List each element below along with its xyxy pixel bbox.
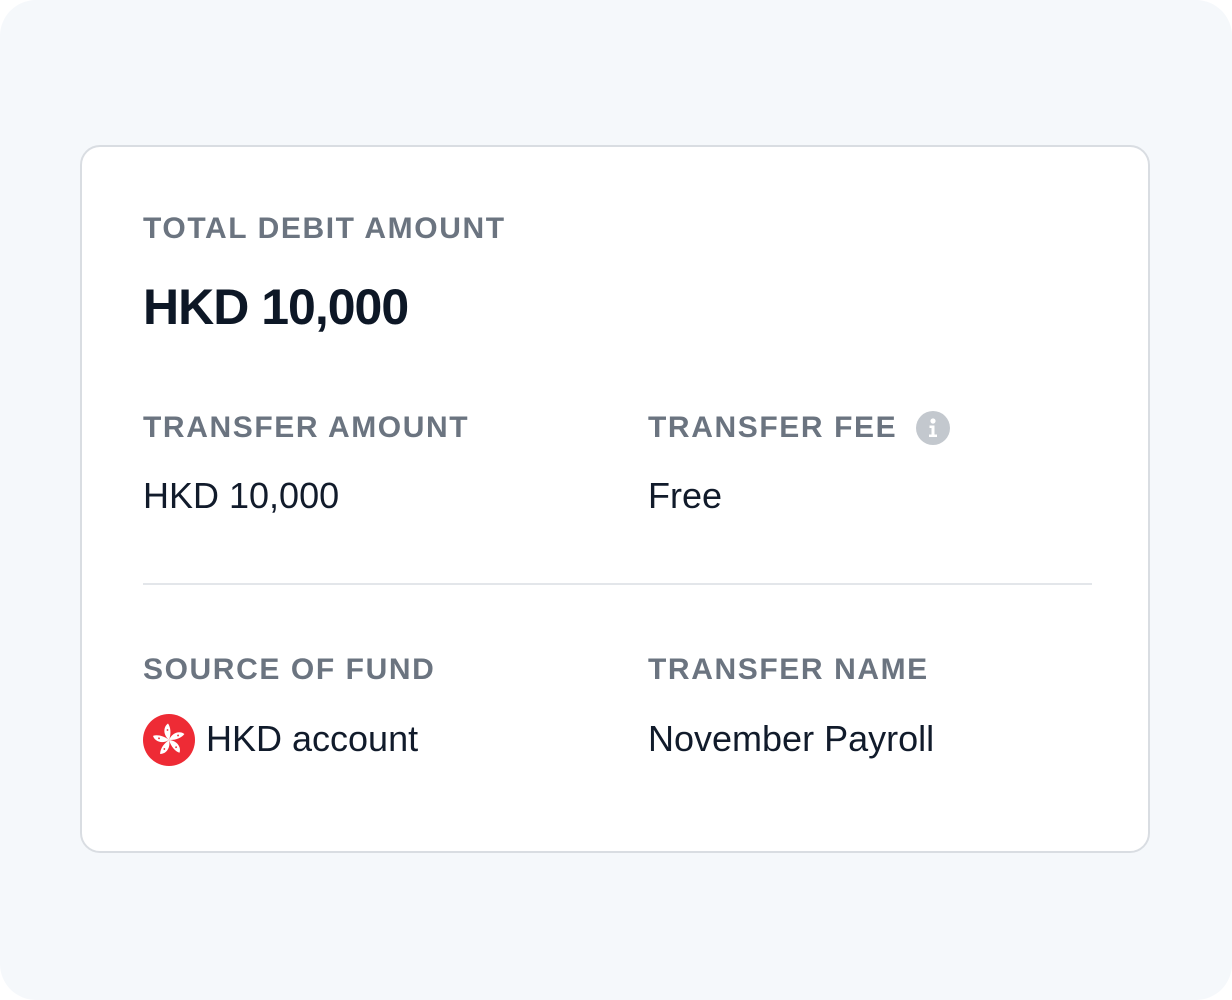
hong-kong-flag-icon <box>143 714 195 766</box>
transfer-amount-value: HKD 10,000 <box>143 475 340 516</box>
transfer-amount-label: TRANSFER AMOUNT <box>143 411 470 444</box>
transfer-fee-label: TRANSFER FEE <box>648 411 898 444</box>
source-of-fund-label: SOURCE OF FUND <box>143 653 436 686</box>
section-divider <box>143 583 1092 585</box>
total-debit-label: TOTAL DEBIT AMOUNT <box>143 212 506 245</box>
total-debit-value: HKD 10,000 <box>143 279 409 335</box>
transfer-name-value: November Payroll <box>648 718 935 759</box>
transfer-fee-value: Free <box>648 475 723 516</box>
page-background: TOTAL DEBIT AMOUNT HKD 10,000 TRANSFER A… <box>0 0 1232 1000</box>
source-of-fund-value: HKD account <box>206 718 419 759</box>
transfer-name-label: TRANSFER NAME <box>648 653 929 686</box>
transfer-summary-card: TOTAL DEBIT AMOUNT HKD 10,000 TRANSFER A… <box>80 145 1150 853</box>
info-icon[interactable] <box>916 411 950 445</box>
